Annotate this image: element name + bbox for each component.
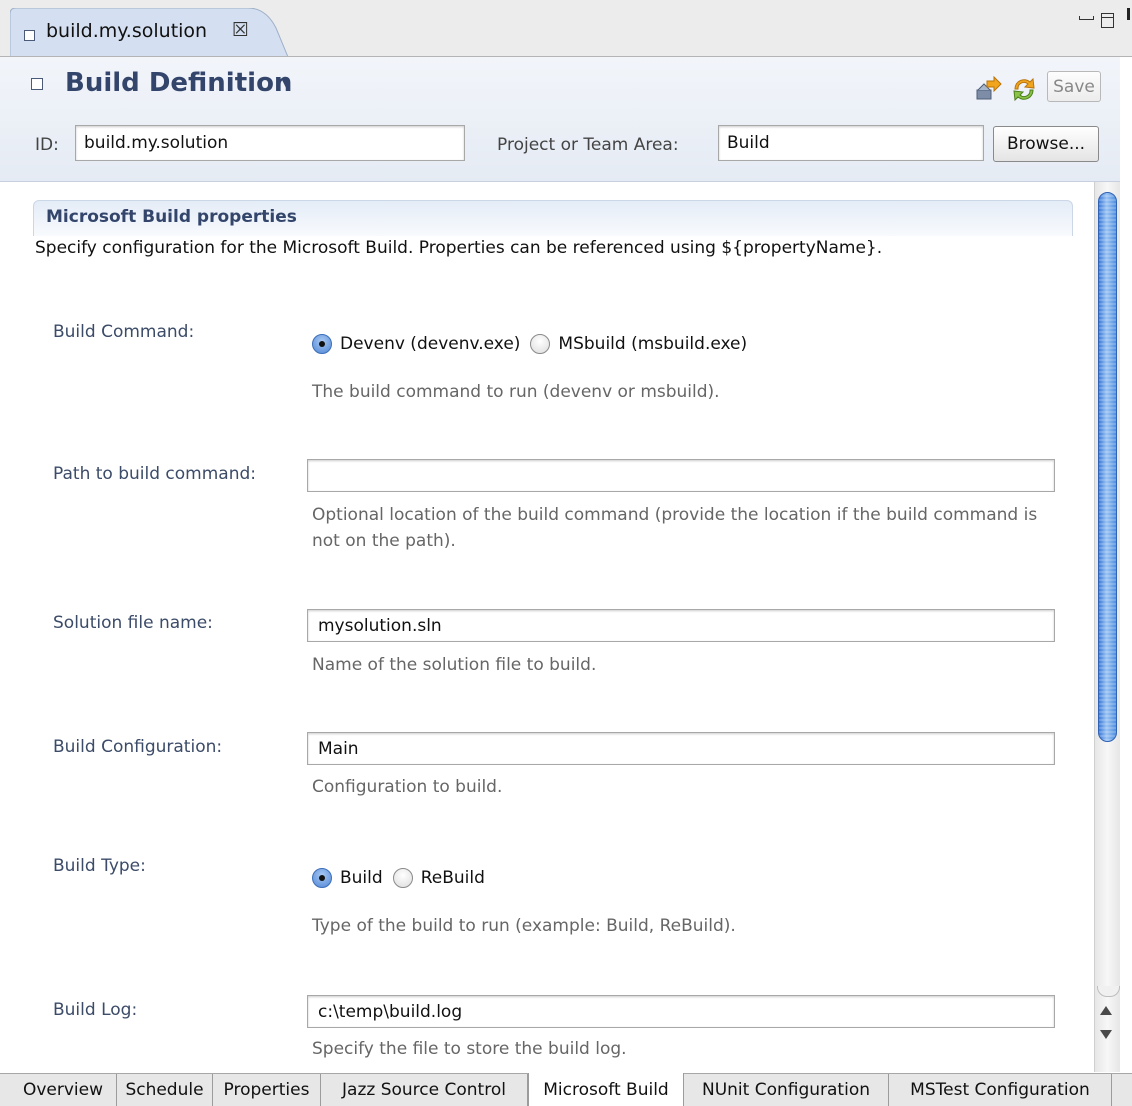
editor-header: Build Definition ▾ Save ID: Project or T…	[0, 57, 1120, 182]
build-type-hint: Type of the build to run (example: Build…	[312, 916, 736, 936]
build-command-hint: The build command to run (devenv or msbu…	[312, 382, 720, 402]
scrollbar-track-end	[1097, 986, 1120, 997]
msbuild-radio-label[interactable]: MSbuild (msbuild.exe)	[558, 334, 747, 354]
tab-properties[interactable]: Properties	[213, 1074, 321, 1106]
build-request-icon[interactable]	[974, 75, 1002, 103]
scroll-down-arrow-icon[interactable]	[1100, 1030, 1112, 1039]
build-log-label: Build Log:	[53, 1000, 138, 1020]
devenv-radio[interactable]	[312, 334, 332, 354]
section-title: Microsoft Build properties	[46, 207, 297, 227]
page-title: Build Definition	[65, 68, 293, 98]
build-definition-icon	[31, 78, 43, 90]
build-radio[interactable]	[312, 868, 332, 888]
tab-microsoft-build[interactable]: Microsoft Build	[528, 1073, 684, 1106]
editor-tab-title: build.my.solution	[46, 20, 208, 42]
path-field[interactable]	[307, 459, 1055, 492]
refresh-icon[interactable]	[1010, 75, 1038, 103]
path-hint: Optional location of the build command (…	[312, 505, 1038, 551]
minimize-icon[interactable]	[1079, 13, 1094, 27]
build-radio-label[interactable]: Build	[340, 868, 383, 888]
maximize-icon[interactable]	[1101, 13, 1114, 28]
build-log-hint: Specify the file to store the build log.	[312, 1039, 627, 1059]
browse-button[interactable]: Browse...	[993, 126, 1099, 162]
editor-tab-strip: build.my.solution ☒	[0, 0, 1132, 57]
section-header: Microsoft Build properties	[33, 200, 1073, 236]
scrollbar-thumb[interactable]	[1098, 192, 1117, 742]
solution-field[interactable]	[307, 609, 1055, 642]
tab-nunit-configuration[interactable]: NUnit Configuration	[684, 1074, 889, 1106]
devenv-radio-label[interactable]: Devenv (devenv.exe)	[340, 334, 520, 354]
page-tabs: Overview Schedule Properties Jazz Source…	[0, 1073, 1132, 1106]
build-definition-icon	[24, 30, 35, 41]
rebuild-radio[interactable]	[392, 868, 413, 888]
configuration-label: Build Configuration:	[53, 737, 223, 757]
build-command-radio-group: Devenv (devenv.exe) MSbuild (msbuild.exe…	[312, 334, 757, 354]
solution-label: Solution file name:	[53, 613, 213, 633]
build-log-field[interactable]	[307, 995, 1055, 1028]
close-icon[interactable]: ☒	[232, 19, 249, 41]
build-type-label: Build Type:	[53, 856, 146, 876]
editor-tab[interactable]: build.my.solution ☒	[10, 8, 295, 57]
vertical-scrollbar[interactable]	[1094, 182, 1120, 1072]
configuration-field[interactable]	[307, 732, 1055, 765]
window-edge	[1124, 0, 1132, 1106]
window-controls	[1079, 13, 1114, 33]
chevron-down-icon[interactable]: ▾	[282, 73, 290, 92]
form-content: Microsoft Build properties Specify confi…	[0, 182, 1094, 1072]
tab-jazz-source-control[interactable]: Jazz Source Control	[321, 1074, 528, 1106]
rebuild-radio-label[interactable]: ReBuild	[421, 868, 485, 888]
team-area-label: Project or Team Area:	[497, 135, 679, 155]
tab-mstest-configuration[interactable]: MSTest Configuration	[889, 1074, 1112, 1106]
path-label: Path to build command:	[53, 464, 257, 484]
section-description: Specify configuration for the Microsoft …	[35, 238, 883, 258]
id-field[interactable]	[75, 125, 465, 161]
id-label: ID:	[35, 135, 59, 155]
msbuild-radio[interactable]	[530, 334, 551, 354]
scroll-up-arrow-icon[interactable]	[1100, 1006, 1112, 1015]
build-type-radio-group: Build ReBuild	[312, 868, 495, 888]
solution-hint: Name of the solution file to build.	[312, 655, 597, 675]
team-area-field[interactable]	[718, 125, 984, 161]
tab-overview[interactable]: Overview	[10, 1074, 117, 1106]
save-button[interactable]: Save	[1047, 71, 1101, 102]
tab-schedule[interactable]: Schedule	[117, 1074, 213, 1106]
build-command-label: Build Command:	[53, 322, 195, 342]
configuration-hint: Configuration to build.	[312, 777, 503, 797]
